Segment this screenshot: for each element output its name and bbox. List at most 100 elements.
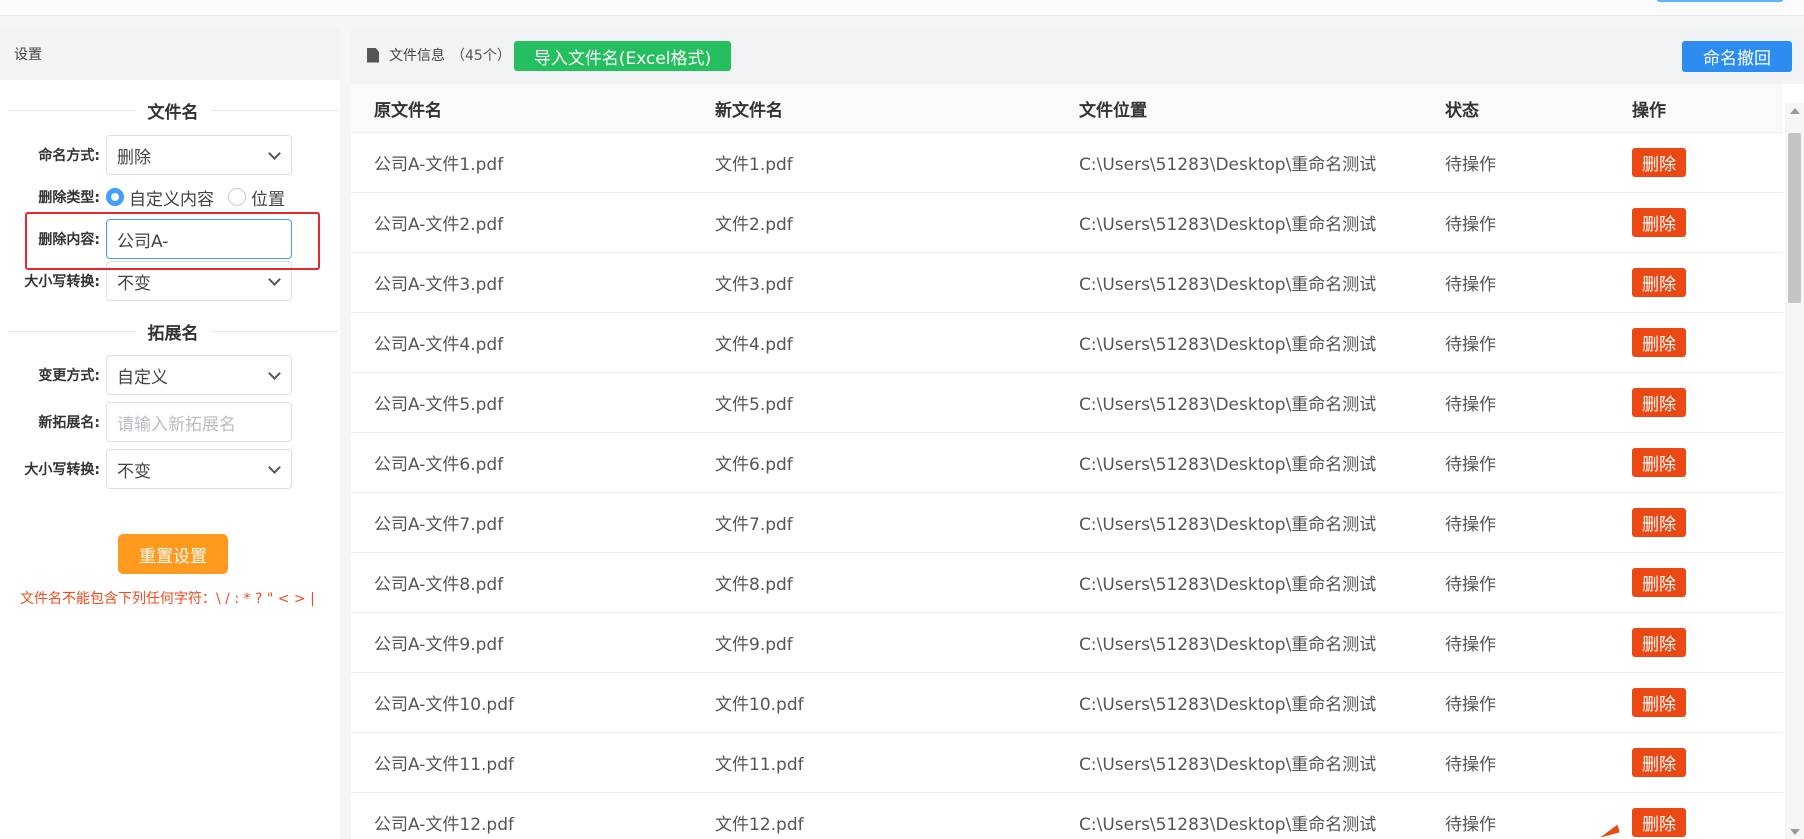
original-filename: 公司A-文件12.pdf [374, 815, 514, 835]
delete-type-row: 删除类型: 自定义内容 位置 [8, 177, 338, 217]
new-extension-label: 新拓展名: [38, 415, 100, 431]
document-icon [367, 47, 379, 63]
filename-section-title: 文件名 [8, 98, 338, 123]
file-status: 待操作 [1445, 395, 1496, 415]
table-row: 公司A-文件4.pdf 文件4.pdf C:\Users\51283\Deskt… [351, 313, 1783, 373]
radio-custom-content[interactable] [106, 188, 124, 206]
radio-position-label[interactable]: 位置 [251, 185, 285, 210]
file-list-panel: 文件信息 （45个） 导入文件名(Excel格式) 命名撤回 原文件名 新文件名… [351, 28, 1804, 839]
delete-row-button[interactable]: 删除 [1632, 208, 1686, 237]
table-header: 原文件名 新文件名 文件位置 状态 操作 [351, 84, 1783, 133]
table-row: 公司A-文件10.pdf 文件10.pdf C:\Users\51283\Des… [351, 673, 1783, 733]
delete-row-button[interactable]: 删除 [1632, 688, 1686, 717]
scroll-up-arrow-icon[interactable] [1790, 108, 1800, 114]
original-filename: 公司A-文件3.pdf [374, 275, 504, 295]
original-filename: 公司A-文件7.pdf [374, 515, 504, 535]
delete-row-button[interactable]: 删除 [1632, 388, 1686, 417]
delete-type-label: 删除类型: [38, 190, 100, 206]
change-method-label: 变更方式: [38, 368, 100, 384]
new-filename: 文件11.pdf [715, 755, 804, 775]
naming-method-label: 命名方式: [38, 148, 100, 164]
original-filename: 公司A-文件6.pdf [374, 455, 504, 475]
extension-section-label: 拓展名 [147, 323, 199, 344]
extension-case-label: 大小写转换: [24, 462, 100, 478]
file-count: （45个） [451, 48, 511, 64]
delete-row-button[interactable]: 删除 [1632, 508, 1686, 537]
new-filename: 文件1.pdf [715, 155, 793, 175]
delete-row-button[interactable]: 删除 [1632, 808, 1686, 837]
extension-case-select[interactable]: 不变 [106, 449, 292, 489]
new-filename: 文件2.pdf [715, 215, 793, 235]
delete-row-button[interactable]: 删除 [1632, 268, 1686, 297]
table-row: 公司A-文件9.pdf 文件9.pdf C:\Users\51283\Deskt… [351, 613, 1783, 673]
chevron-down-icon [268, 273, 281, 286]
new-extension-row: 新拓展名: 请输入新拓展名 [8, 402, 338, 442]
file-status: 待操作 [1445, 275, 1496, 295]
delete-row-button[interactable]: 删除 [1632, 568, 1686, 597]
undo-rename-button[interactable]: 命名撤回 [1682, 41, 1792, 72]
change-method-value: 自定义 [117, 367, 168, 388]
file-location: C:\Users\51283\Desktop\重命名测试 [1079, 215, 1377, 235]
file-status: 待操作 [1445, 455, 1496, 475]
new-filename: 文件12.pdf [715, 815, 804, 835]
original-filename: 公司A-文件5.pdf [374, 395, 504, 415]
table-row: 公司A-文件1.pdf 文件1.pdf C:\Users\51283\Deskt… [351, 133, 1783, 193]
file-status: 待操作 [1445, 335, 1496, 355]
file-status: 待操作 [1445, 515, 1496, 535]
file-location: C:\Users\51283\Desktop\重命名测试 [1079, 695, 1377, 715]
extension-section-title: 拓展名 [8, 319, 338, 344]
new-filename: 文件6.pdf [715, 455, 793, 475]
table-row: 公司A-文件11.pdf 文件11.pdf C:\Users\51283\Des… [351, 733, 1783, 793]
scroll-thumb[interactable] [1788, 133, 1801, 303]
file-status: 待操作 [1445, 215, 1496, 235]
delete-row-button[interactable]: 删除 [1632, 448, 1686, 477]
file-table: 原文件名 新文件名 文件位置 状态 操作 公司A-文件1.pdf 文件1.pdf… [351, 84, 1783, 839]
scroll-down-arrow-icon[interactable] [1790, 829, 1800, 835]
new-filename: 文件3.pdf [715, 275, 793, 295]
delete-row-button[interactable]: 删除 [1632, 748, 1686, 777]
delete-row-button[interactable]: 删除 [1632, 328, 1686, 357]
highlight-annotation-box [25, 212, 320, 270]
reset-settings-button[interactable]: 重置设置 [118, 534, 228, 574]
table-row: 公司A-文件6.pdf 文件6.pdf C:\Users\51283\Deskt… [351, 433, 1783, 493]
file-status: 待操作 [1445, 695, 1496, 715]
file-location: C:\Users\51283\Desktop\重命名测试 [1079, 815, 1377, 835]
original-filename: 公司A-文件1.pdf [374, 155, 504, 175]
top-right-button[interactable] [1656, 0, 1784, 2]
chevron-down-icon [268, 367, 281, 380]
delete-row-button[interactable]: 删除 [1632, 628, 1686, 657]
new-extension-placeholder: 请输入新拓展名 [117, 414, 236, 435]
file-location: C:\Users\51283\Desktop\重命名测试 [1079, 575, 1377, 595]
column-header-new: 新文件名 [715, 100, 783, 121]
naming-method-select[interactable]: 删除 [106, 135, 292, 175]
new-filename: 文件10.pdf [715, 695, 804, 715]
file-info-label: 文件信息 [389, 48, 445, 64]
extension-case-value: 不变 [117, 461, 151, 482]
column-header-status: 状态 [1445, 100, 1479, 121]
file-location: C:\Users\51283\Desktop\重命名测试 [1079, 755, 1377, 775]
radio-position[interactable] [228, 188, 246, 206]
original-filename: 公司A-文件8.pdf [374, 575, 504, 595]
naming-method-row: 命名方式: 删除 [8, 135, 338, 175]
change-method-select[interactable]: 自定义 [106, 355, 292, 395]
original-filename: 公司A-文件9.pdf [374, 635, 504, 655]
delete-row-button[interactable]: 删除 [1632, 148, 1686, 177]
table-row: 公司A-文件2.pdf 文件2.pdf C:\Users\51283\Deskt… [351, 193, 1783, 253]
new-filename: 文件5.pdf [715, 395, 793, 415]
file-status: 待操作 [1445, 755, 1496, 775]
file-location: C:\Users\51283\Desktop\重命名测试 [1079, 635, 1377, 655]
file-status: 待操作 [1445, 635, 1496, 655]
filename-case-value: 不变 [117, 273, 151, 294]
table-row: 公司A-文件5.pdf 文件5.pdf C:\Users\51283\Deskt… [351, 373, 1783, 433]
filename-case-label: 大小写转换: [24, 274, 100, 290]
new-extension-input[interactable]: 请输入新拓展名 [106, 402, 292, 442]
table-scrollbar[interactable] [1785, 103, 1804, 839]
column-header-location: 文件位置 [1079, 100, 1147, 121]
new-filename: 文件4.pdf [715, 335, 793, 355]
original-filename: 公司A-文件10.pdf [374, 695, 514, 715]
chevron-down-icon [268, 147, 281, 160]
import-filenames-button[interactable]: 导入文件名(Excel格式) [514, 41, 731, 71]
settings-header: 设置 [0, 28, 340, 80]
table-row: 公司A-文件3.pdf 文件3.pdf C:\Users\51283\Deskt… [351, 253, 1783, 313]
radio-custom-content-label[interactable]: 自定义内容 [129, 185, 214, 210]
